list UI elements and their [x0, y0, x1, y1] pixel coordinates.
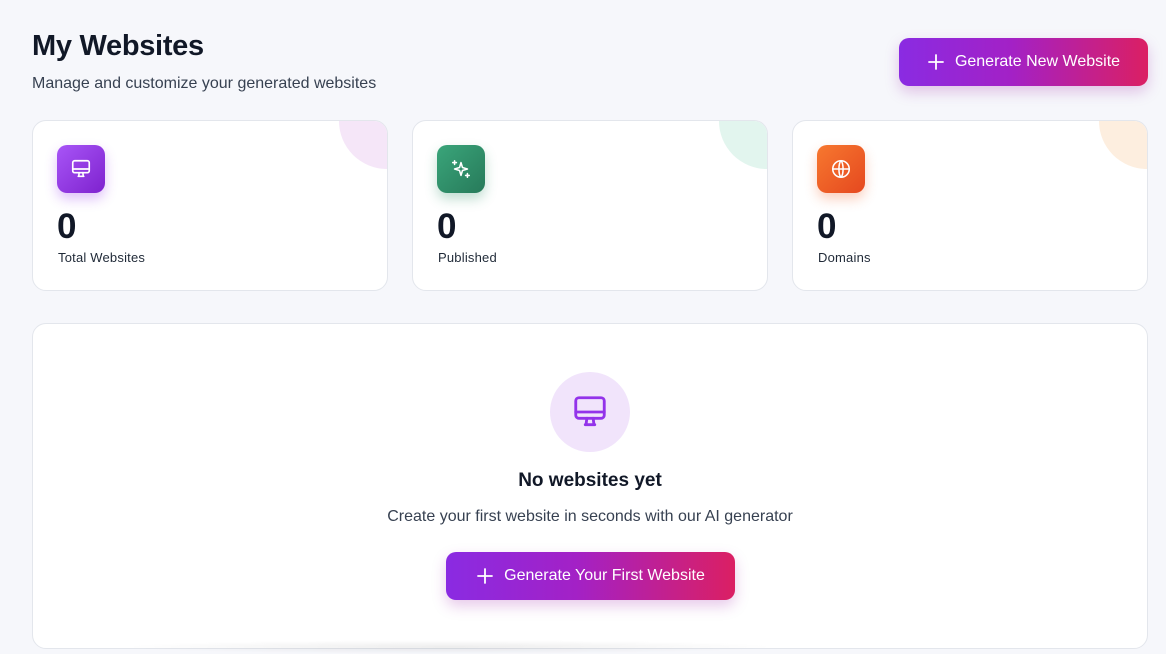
- stat-label: Published: [438, 250, 497, 265]
- stat-card-total-websites: 0 Total Websites: [32, 120, 388, 291]
- stat-label: Total Websites: [58, 250, 146, 265]
- card-decoration: [339, 121, 387, 169]
- generate-new-website-button[interactable]: Generate New Website: [899, 38, 1148, 86]
- monitor-icon: [57, 145, 105, 193]
- monitor-icon: [550, 372, 630, 452]
- globe-icon: [817, 145, 865, 193]
- empty-state-panel: No websites yet Create your first websit…: [32, 323, 1148, 649]
- stat-value: 0: [57, 207, 77, 246]
- plus-icon: [477, 568, 494, 584]
- stat-card-domains: 0 Domains: [792, 120, 1148, 291]
- generate-first-website-button[interactable]: Generate Your First Website: [446, 552, 735, 600]
- generate-new-website-label: Generate New Website: [954, 53, 1121, 70]
- stat-value: 0: [817, 207, 837, 246]
- stat-value: 0: [437, 207, 457, 246]
- generate-first-website-label: Generate Your First Website: [504, 567, 705, 584]
- stat-card-published: 0 Published: [412, 120, 768, 291]
- plus-icon: [928, 54, 944, 70]
- page-title: My Websites: [32, 30, 204, 62]
- bottom-shadow: [120, 640, 780, 654]
- sparkles-icon: [437, 145, 485, 193]
- card-decoration: [719, 121, 767, 169]
- websites-page: My Websites Manage and customize your ge…: [0, 0, 1166, 654]
- card-decoration: [1099, 121, 1147, 169]
- stat-label: Domains: [818, 250, 871, 265]
- empty-state-description: Create your first website in seconds wit…: [387, 508, 793, 525]
- empty-state-title: No websites yet: [518, 470, 662, 491]
- page-subtitle: Manage and customize your generated webs…: [32, 75, 377, 92]
